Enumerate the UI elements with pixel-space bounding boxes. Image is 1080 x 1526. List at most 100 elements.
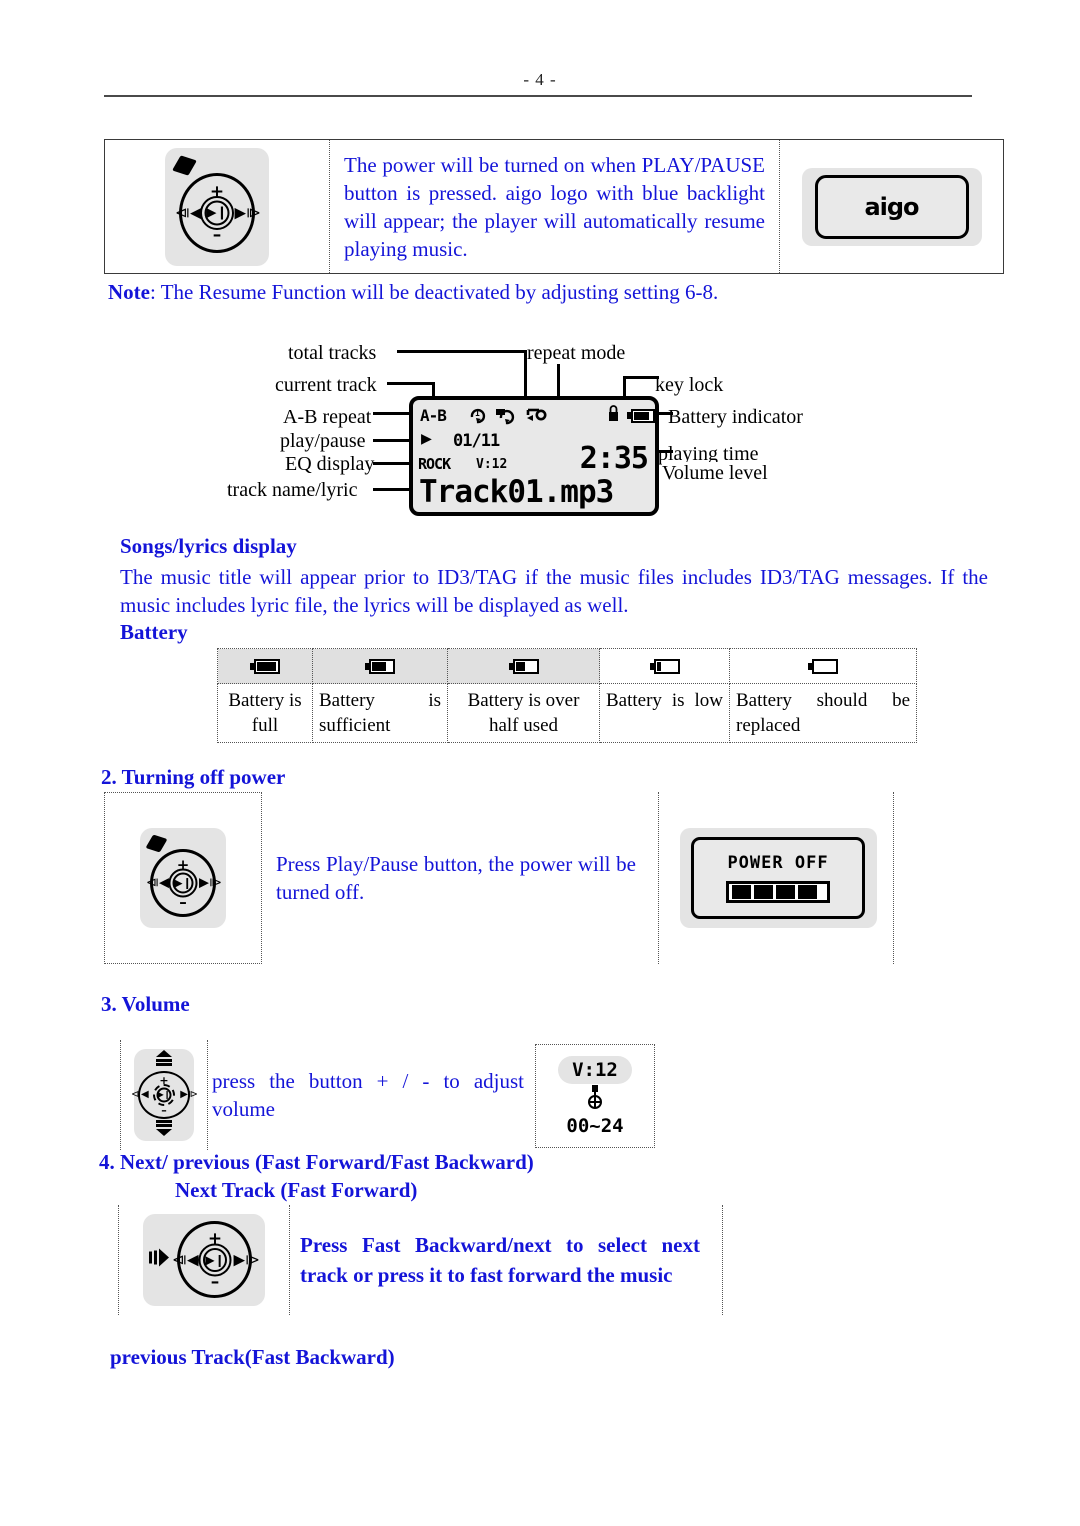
repeat-one-icon: 1 xyxy=(470,408,486,424)
repeat-folder-icon xyxy=(496,409,515,425)
leader-battery-indicator xyxy=(657,412,673,415)
power-on-description: The power will be turned on when PLAY/PA… xyxy=(344,152,765,261)
turning-off-screen-cell: POWER OFF xyxy=(664,792,892,964)
volume-down-icon-2: – xyxy=(179,893,187,911)
control-wheel-graphic-4: + – ⧏◀ ▶⧐ ▶❙ xyxy=(143,1214,265,1306)
turning-off-text-cell: Press Play/Pause button, the power will … xyxy=(262,792,660,964)
key-lock-icon xyxy=(609,405,618,421)
songs-lyrics-heading: Songs/lyrics display xyxy=(120,534,297,558)
lcd-screen: A-B 1 ▶ 01/11 ROCK V:12 2:35 Track01.mp3 xyxy=(409,396,659,516)
lcd-eq-display: ROCK xyxy=(418,455,451,473)
power-off-screen: POWER OFF xyxy=(691,837,865,919)
volume-down-icon-4: – xyxy=(210,1272,220,1292)
next-previous-heading: 4. Next/ previous (Fast Forward/Fast Bac… xyxy=(99,1150,534,1174)
play-pause-icon-2: ▶❙ xyxy=(174,876,192,890)
leader-total-tracks-h xyxy=(397,350,527,353)
leader-playing-time xyxy=(657,450,673,453)
turning-off-wheel-cell: + – ⧏◀ ▶⧐ ▶❙ xyxy=(104,792,262,964)
lcd-play-icon: ▶ xyxy=(421,428,432,449)
next-track-wheel-cell: + – ⧏◀ ▶⧐ ▶❙ xyxy=(118,1205,290,1315)
power-off-progress-bar xyxy=(726,881,830,903)
label-ab-repeat: A-B repeat xyxy=(283,406,372,428)
note-text: The Resume Function will be deactivated … xyxy=(160,280,719,304)
battery-heading: Battery xyxy=(120,620,188,644)
battery-label-1: Battery is sufficient xyxy=(312,683,448,743)
wheel: + – ⧏◀ ▶⧐ ▶❙ xyxy=(175,171,261,255)
next-track-icon-3: ▶⧐ xyxy=(180,1089,198,1100)
wheel-3: + – ⧏◀ ▶⧐ ▶❙ xyxy=(131,1050,198,1136)
volume-up-icon-4: + xyxy=(207,1229,223,1249)
previous-track-icon: ⧏◀ xyxy=(175,203,202,221)
turning-off-heading: 2. Turning off power xyxy=(101,765,286,789)
battery-cell-icon-3 xyxy=(599,648,730,684)
wheel-4: + – ⧏◀ ▶⧐ ▶❙ xyxy=(172,1220,260,1300)
volume-range-text: 00~24 xyxy=(566,1114,624,1137)
next-track-text-cell: Press Fast Backward/next to select next … xyxy=(300,1205,718,1315)
power-on-table: + – ⧏◀ ▶⧐ ▶❙ The power will be turned on… xyxy=(104,139,1004,274)
power-off-segment xyxy=(798,885,817,899)
leader-eq-display xyxy=(373,462,413,465)
next-track-icon: ▶⧐ xyxy=(234,203,261,221)
volume-heading: 3. Volume xyxy=(101,992,190,1016)
battery-empty-icon xyxy=(808,659,838,675)
leader-ab-repeat xyxy=(373,412,413,415)
label-total-tracks: total tracks xyxy=(288,342,377,364)
battery-cell-icon-1 xyxy=(312,648,448,684)
battery-full-icon xyxy=(250,659,280,675)
page-number: - 4 - xyxy=(523,70,557,89)
power-off-segment xyxy=(776,885,795,899)
volume-value-chip: V:12 xyxy=(558,1055,632,1084)
battery-cell-icon-0 xyxy=(217,648,313,684)
volume-screen-cell: V:12 00~24 xyxy=(535,1044,655,1148)
previous-track-heading: previous Track(Fast Backward) xyxy=(110,1345,395,1369)
lcd-track-name: Track01.mp3 xyxy=(419,474,614,510)
power-off-screen-plate: POWER OFF xyxy=(679,828,877,928)
leader-track-name xyxy=(373,488,413,491)
volume-text-cell: press the button + / - to adjust volume xyxy=(212,1040,532,1150)
turning-off-description: Press Play/Pause button, the power will … xyxy=(276,852,636,904)
next-track-icon-2: ▶⧐ xyxy=(199,875,222,891)
control-wheel-graphic-2: + – ⧏◀ ▶⧐ ▶❙ xyxy=(140,828,226,928)
battery-high-icon xyxy=(365,659,395,675)
label-volume-level: Volume level xyxy=(662,462,768,485)
lcd-volume-level: V:12 xyxy=(476,457,508,472)
volume-up-arrow-icon xyxy=(153,1050,175,1072)
previous-track-icon-2: ⧏◀ xyxy=(146,875,169,891)
battery-low-icon xyxy=(649,659,680,675)
battery-label-3: Battery is low xyxy=(599,683,730,743)
turning-off-divider-left xyxy=(658,792,659,964)
volume-down-arrow-icon xyxy=(153,1119,175,1141)
label-current-track: current track xyxy=(275,374,377,396)
previous-track-icon-4: ⧏◀ xyxy=(172,1250,199,1269)
volume-down-icon-3: – xyxy=(161,1104,167,1117)
next-track-section: + – ⧏◀ ▶⧐ ▶❙ Press Fast Backward/next to… xyxy=(118,1205,723,1315)
battery-label-row: Battery is full Battery is sufficient Ba… xyxy=(217,683,917,743)
volume-up-icon: + xyxy=(209,181,225,202)
leader-play-pause xyxy=(373,439,413,442)
volume-wheel-cell: + – ⧏◀ ▶⧐ ▶❙ xyxy=(120,1040,208,1150)
battery-label-4: Battery should be replaced xyxy=(729,683,917,743)
volume-description: press the button + / - to adjust volume xyxy=(212,1069,524,1121)
lcd-track-counter: 01/11 xyxy=(453,431,500,451)
next-track-description: Press Fast Backward/next to select next … xyxy=(300,1233,700,1287)
lcd-battery-icon xyxy=(627,407,655,425)
label-eq-display: EQ display xyxy=(285,453,375,475)
play-pause-icon-4: ▶❙ xyxy=(205,1253,225,1267)
turning-off-section: + – ⧏◀ ▶⧐ ▶❙ Press Play/Pause button, th… xyxy=(104,792,894,964)
label-battery-indicator: Battery indicator xyxy=(668,406,803,428)
turning-off-divider-right xyxy=(893,792,894,964)
leader-key-lock-h xyxy=(623,376,659,379)
play-pause-icon-3: ▶❙ xyxy=(157,1090,171,1099)
volume-up-icon-2: + xyxy=(176,856,190,874)
power-on-wheel-cell: + – ⧏◀ ▶⧐ ▶❙ xyxy=(105,140,330,273)
next-track-icon-4: ▶⧐ xyxy=(233,1250,260,1269)
note-label: Note xyxy=(108,280,150,304)
battery-cell-icon-2 xyxy=(447,648,600,684)
resume-note: Note: The Resume Function will be deacti… xyxy=(108,280,988,305)
play-pause-icon: ▶❙ xyxy=(206,205,228,220)
lcd-diagram: total tracks current track A-B repeat pl… xyxy=(225,336,905,526)
battery-cell-icon-4 xyxy=(729,648,917,684)
label-track-name-lyric: track name/lyric xyxy=(227,479,358,501)
volume-down-icon: – xyxy=(212,224,222,245)
wheel-2: + – ⧏◀ ▶⧐ ▶❙ xyxy=(146,847,222,919)
